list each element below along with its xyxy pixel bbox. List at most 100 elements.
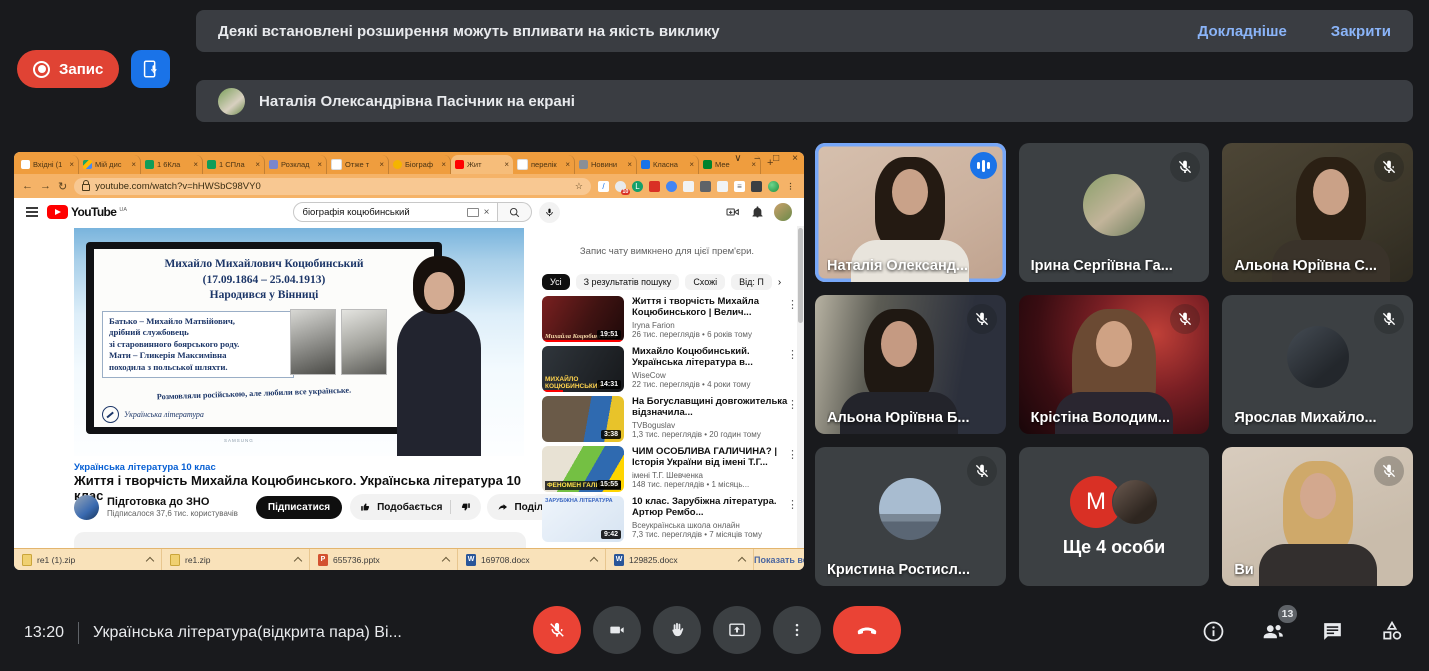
tab-close-icon[interactable]: × xyxy=(441,160,446,169)
filter-chip[interactable]: Усі xyxy=(542,274,570,290)
raise-hand-button[interactable] xyxy=(653,606,701,654)
chat-button[interactable] xyxy=(1320,619,1345,644)
browser-tab[interactable]: Біограф × xyxy=(389,155,451,174)
tab-close-icon[interactable]: × xyxy=(379,160,384,169)
tab-close-icon[interactable]: × xyxy=(255,160,260,169)
channel-name[interactable]: Підготовка до ЗНО xyxy=(107,496,238,508)
meeting-details-button[interactable] xyxy=(1201,619,1226,644)
window-control-icon[interactable]: □ xyxy=(773,153,779,164)
download-file-chip[interactable]: re1.zip xyxy=(162,549,310,570)
browser-tab[interactable]: Жит × xyxy=(451,155,513,174)
participant-tile[interactable]: M Ще 4 особи xyxy=(1019,447,1210,586)
back-icon[interactable]: ← xyxy=(22,180,33,192)
extension-icon[interactable] xyxy=(768,181,779,192)
video-player[interactable]: Михайло Михайлович Коцюбинський(17.09.18… xyxy=(74,228,524,456)
extension-icon[interactable] xyxy=(717,181,728,192)
suggested-video[interactable]: Михайла Коцюбинського 19:51 Життя і твор… xyxy=(542,296,798,342)
browser-tab[interactable]: 1 6Кла × xyxy=(141,155,203,174)
file-chevron-icon[interactable] xyxy=(442,556,450,564)
browser-tab[interactable]: 1 СПла × xyxy=(203,155,265,174)
participant-tile[interactable]: Крістіна Володим... xyxy=(1019,295,1210,434)
browser-tab[interactable]: Розклад × xyxy=(265,155,327,174)
participant-tile[interactable]: Наталія Олександ... xyxy=(815,143,1006,282)
filter-chip[interactable]: З результатів пошуку xyxy=(576,274,680,290)
file-chevron-icon[interactable] xyxy=(294,556,302,564)
create-video-icon[interactable] xyxy=(725,204,741,220)
menu-icon[interactable] xyxy=(26,207,38,217)
extension-icon[interactable]: 10 xyxy=(615,181,626,192)
extension-icon[interactable]: ≡ xyxy=(734,181,745,192)
more-options-button[interactable] xyxy=(773,606,821,654)
browser-tab[interactable]: Отже т × xyxy=(327,155,389,174)
transcript-button[interactable] xyxy=(131,50,170,88)
participant-tile[interactable]: Альона Юріївна С... xyxy=(1222,143,1413,282)
window-control-icon[interactable]: × xyxy=(792,153,798,164)
youtube-logo[interactable]: YouTube UA xyxy=(47,205,127,219)
search-input-box[interactable]: × xyxy=(293,202,498,222)
suggested-video[interactable]: ФЕНОМЕН ГАЛИЧИНИ 15:55 ЧИМ ОСОБЛИВА ГАЛИ… xyxy=(542,446,798,492)
address-bar[interactable]: youtube.com/watch?v=hHWSbC98VY0 ☆ xyxy=(74,178,591,195)
search-button[interactable] xyxy=(498,202,532,222)
profile-avatar[interactable] xyxy=(774,203,792,221)
subscribe-button[interactable]: Підписатися xyxy=(256,496,342,519)
suggested-video[interactable]: МИХАЙЛО КОЦЮБИНСЬКИЙ 14:31 Михайло Коцюб… xyxy=(542,346,798,392)
tab-close-icon[interactable]: × xyxy=(627,160,632,169)
suggested-video[interactable]: ЗАРУБІЖНА ЛІТЕРАТУРА 9:42 10 клас. Заруб… xyxy=(542,496,798,542)
bookmark-star-icon[interactable]: ☆ xyxy=(575,181,583,192)
tab-close-icon[interactable]: × xyxy=(131,160,136,169)
extension-icon[interactable] xyxy=(751,181,762,192)
channel-avatar[interactable] xyxy=(74,495,99,520)
clear-search-icon[interactable]: × xyxy=(484,207,490,218)
tab-close-icon[interactable]: × xyxy=(504,160,509,169)
extension-icon[interactable] xyxy=(683,181,694,192)
search-input[interactable] xyxy=(301,206,462,219)
file-chevron-icon[interactable] xyxy=(590,556,598,564)
like-dislike-pill[interactable]: Подобається xyxy=(350,494,481,520)
notifications-bell-icon[interactable] xyxy=(750,205,765,220)
details-link[interactable]: Докладніше xyxy=(1198,23,1287,40)
tab-close-icon[interactable]: × xyxy=(317,160,322,169)
browser-tab[interactable]: Мій дис × xyxy=(79,155,141,174)
browser-tab[interactable]: Вхідні (1 × xyxy=(17,155,79,174)
extension-icon[interactable] xyxy=(700,181,711,192)
tab-close-icon[interactable]: × xyxy=(69,160,74,169)
mic-toggle-button[interactable] xyxy=(533,606,581,654)
browser-tab[interactable]: Новини × xyxy=(575,155,637,174)
download-file-chip[interactable]: P 655736.pptx xyxy=(310,549,458,570)
window-control-icon[interactable]: – xyxy=(755,153,761,164)
participant-tile[interactable]: Ви xyxy=(1222,447,1413,586)
participant-tile[interactable]: Кристина Ростисл... xyxy=(815,447,1006,586)
voice-search-button[interactable] xyxy=(539,202,560,223)
participants-button[interactable]: 13 xyxy=(1260,618,1286,644)
show-all-downloads-link[interactable]: Показать все xyxy=(754,555,804,565)
chips-scroll-icon[interactable]: › xyxy=(778,277,781,288)
present-screen-button[interactable] xyxy=(713,606,761,654)
extension-icon[interactable]: ⋮ xyxy=(785,181,796,192)
extension-icon[interactable] xyxy=(666,181,677,192)
recording-button[interactable]: Запис xyxy=(17,50,119,88)
browser-tab[interactable]: перелік × xyxy=(513,155,575,174)
download-file-chip[interactable]: W 129825.docx xyxy=(606,549,754,570)
close-link[interactable]: Закрити xyxy=(1331,23,1391,40)
refresh-icon[interactable]: ↻ xyxy=(58,180,67,193)
video-hashtag-link[interactable]: Українська література 10 клас xyxy=(74,462,216,473)
keyboard-icon[interactable] xyxy=(467,208,479,217)
extension-icon[interactable]: L xyxy=(632,181,643,192)
activities-button[interactable] xyxy=(1379,618,1405,644)
camera-toggle-button[interactable] xyxy=(593,606,641,654)
forward-icon[interactable]: → xyxy=(40,180,51,192)
leave-call-button[interactable] xyxy=(833,606,901,654)
file-chevron-icon[interactable] xyxy=(146,556,154,564)
file-chevron-icon[interactable] xyxy=(738,556,746,564)
filter-chip[interactable]: Схожі xyxy=(685,274,725,290)
filter-chip[interactable]: Від: П xyxy=(731,274,772,290)
tab-close-icon[interactable]: × xyxy=(689,160,694,169)
tab-close-icon[interactable]: × xyxy=(565,160,570,169)
download-file-chip[interactable]: re1 (1).zip xyxy=(14,549,162,570)
extension-icon[interactable] xyxy=(649,181,660,192)
extension-icon[interactable]: / xyxy=(598,181,609,192)
suggested-video[interactable]: 3:38 На Богуславщині довгожителька відзн… xyxy=(542,396,798,442)
download-file-chip[interactable]: W 169708.docx xyxy=(458,549,606,570)
participant-tile[interactable]: Ярослав Михайло... xyxy=(1222,295,1413,434)
page-scrollbar[interactable] xyxy=(797,226,804,548)
